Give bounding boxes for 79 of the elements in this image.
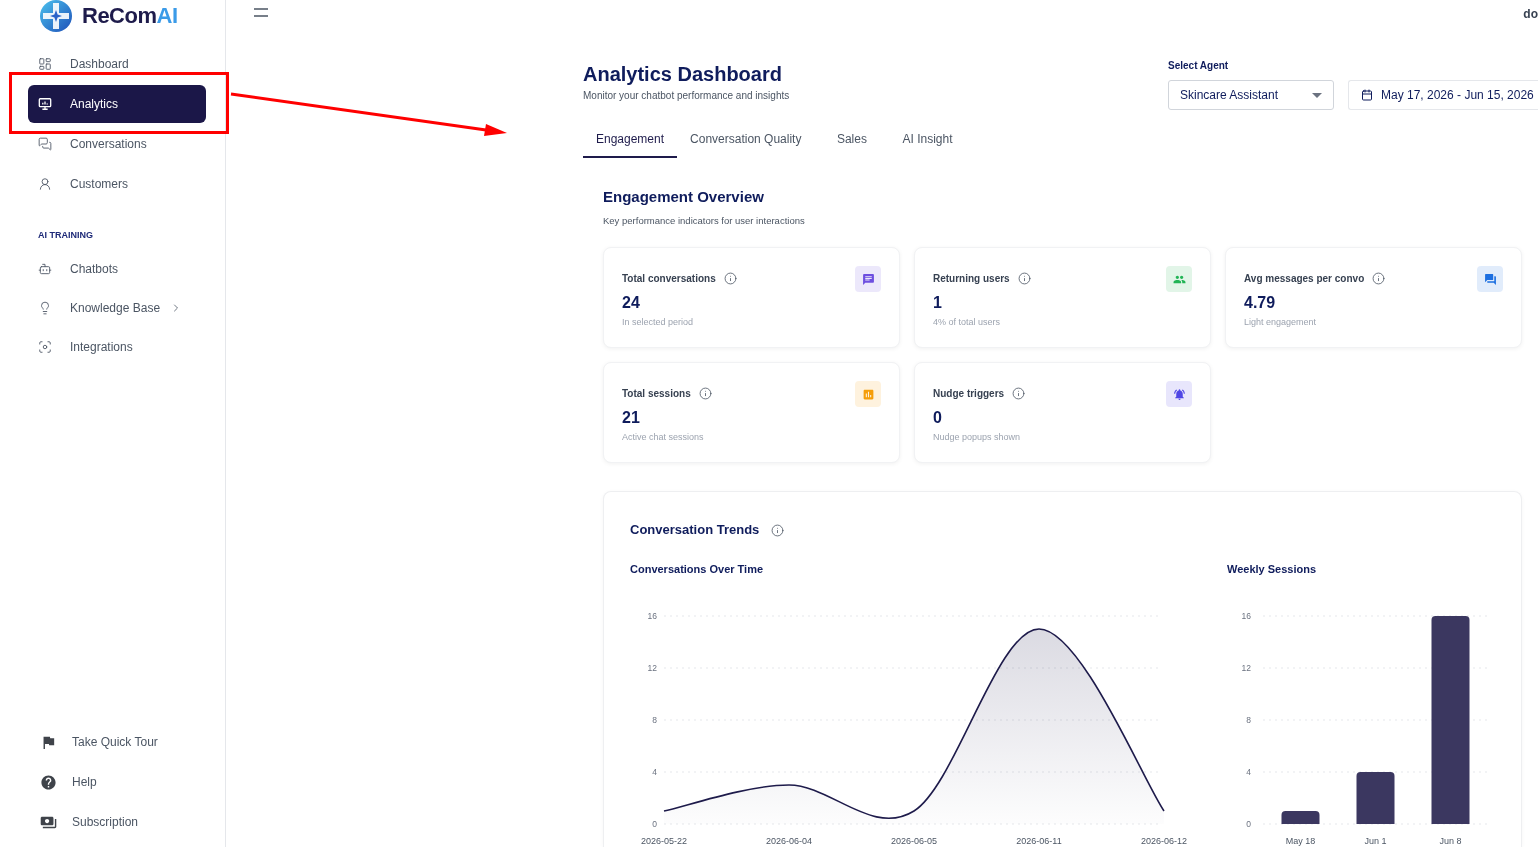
nav-item[interactable]: Chatbots [28, 249, 206, 288]
nav-item[interactable]: Conversations [28, 125, 206, 163]
section-heading: AI TRAINING [38, 229, 93, 241]
field-label: Select Agent [1168, 60, 1230, 72]
stat-note: Light engagement [1244, 316, 1318, 328]
axis-label: Jun 8 [1439, 836, 1462, 846]
panel-title: Conversation Trends [630, 521, 760, 539]
nav-item[interactable]: Analytics [28, 85, 206, 123]
tab[interactable]: Conversation Quality [677, 122, 815, 158]
logo-text: ReComAI [82, 3, 178, 29]
axis-label: 16 [1241, 611, 1251, 621]
info-icon[interactable] [1372, 271, 1386, 285]
page-subtitle: Monitor your chatbot performance and insights [583, 89, 790, 103]
axis-label: 12 [647, 663, 657, 673]
agent-select[interactable]: Skincare Assistant [1168, 80, 1334, 110]
nav-item[interactable]: Customers [28, 165, 206, 203]
stat-label: Total conversations [622, 271, 716, 286]
menu-icon[interactable] [254, 7, 268, 17]
bar [1281, 811, 1320, 824]
section-subtitle: Key performance indicators for user interactions [603, 214, 805, 227]
tab[interactable]: AI Insight [889, 122, 966, 158]
stat-label: Nudge triggers [933, 386, 1005, 401]
stat-note: In selected period [622, 316, 695, 328]
stat-value: 4.79 [1244, 293, 1277, 313]
nav-item[interactable]: Dashboard [28, 45, 206, 83]
stat-label: Returning users [933, 271, 1010, 286]
axis-label: Jun 1 [1364, 836, 1387, 846]
chart-title: Conversations Over Time [630, 562, 765, 577]
axis-label: 0 [652, 819, 657, 829]
lightbulb-icon [38, 300, 52, 315]
axis-label: 2026-06-12 [1141, 836, 1187, 846]
axis-label: 0 [1246, 819, 1251, 829]
stat-label: Total sessions [622, 386, 691, 401]
axis-label: 4 [652, 767, 657, 777]
caret-icon [1312, 92, 1322, 98]
stat-value: 1 [933, 293, 943, 313]
stat-note: Active chat sessions [622, 431, 705, 443]
monitor-chart-icon [38, 97, 52, 111]
info-icon[interactable] [1012, 386, 1026, 400]
stat-value: 21 [622, 408, 641, 428]
axis-label: 4 [1246, 767, 1251, 777]
nav-item[interactable]: Integrations [28, 327, 206, 366]
axis-label: 2026-06-05 [891, 836, 937, 846]
stat-value: 0 [933, 408, 943, 428]
scan-frame-icon [38, 339, 52, 354]
axis-label: 12 [1241, 663, 1251, 673]
footer-link[interactable]: Subscription [28, 802, 206, 842]
axis-label: 2026-06-11 [1016, 836, 1062, 846]
axis-label: 8 [1246, 715, 1251, 725]
axis-label: 8 [652, 715, 657, 725]
section-title: Engagement Overview [603, 187, 764, 207]
axis-label: 16 [647, 611, 657, 621]
axis-label: 2026-06-04 [766, 836, 812, 846]
help-icon [40, 773, 57, 791]
footer-link[interactable]: Help [28, 762, 206, 802]
calendar-icon [1361, 89, 1373, 101]
dashboard-icon [38, 57, 52, 71]
axis-label: 2026-05-22 [641, 836, 687, 846]
nav-item[interactable]: Knowledge Base [28, 288, 206, 327]
info-icon[interactable] [771, 523, 785, 537]
stat-value: 24 [622, 293, 641, 313]
stat-label: Avg messages per convo [1244, 271, 1365, 286]
info-icon[interactable] [723, 271, 737, 285]
tab[interactable]: Engagement [583, 122, 678, 158]
axis-label: May 18 [1285, 836, 1316, 846]
robot-icon [38, 261, 52, 276]
chat-bubbles-icon [38, 137, 52, 151]
stat-note: Nudge popups shown [933, 431, 1022, 443]
stat-note: 4% of total users [933, 316, 1002, 328]
info-icon[interactable] [698, 386, 712, 400]
user-name: do [1523, 6, 1538, 23]
footer-link[interactable]: Take Quick Tour [28, 722, 206, 762]
info-icon[interactable] [1017, 271, 1031, 285]
bar [1356, 772, 1395, 824]
chart-title: Weekly Sessions [1227, 562, 1318, 577]
date-range-picker[interactable]: May 17, 2026 - Jun 15, 2026 [1348, 80, 1538, 110]
tab[interactable]: Sales [814, 122, 890, 158]
user-icon [38, 177, 52, 191]
page-title: Analytics Dashboard [583, 62, 783, 86]
